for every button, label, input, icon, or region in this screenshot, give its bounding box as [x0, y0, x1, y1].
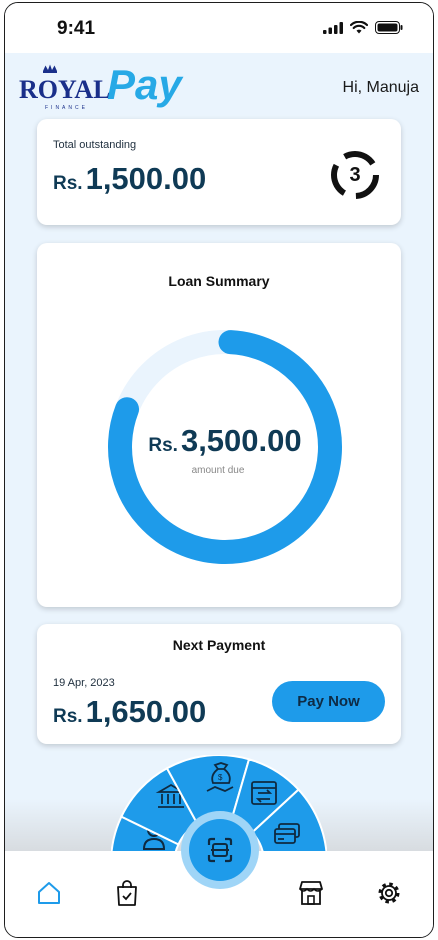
outstanding-label: Total outstanding — [53, 139, 137, 151]
battery-icon — [375, 21, 403, 34]
svg-text:ROYAL: ROYAL — [19, 75, 111, 104]
status-icons — [323, 21, 403, 34]
pay-now-button[interactable]: Pay Now — [272, 681, 385, 722]
scan-button-ring — [181, 811, 259, 889]
wifi-icon — [350, 21, 368, 34]
next-payment-amount-row: Rs. 1,650.00 — [53, 694, 206, 730]
user-greeting: Hi, Manuja — [342, 79, 419, 96]
app-header: ROYAL FINANCE Pay Hi, Manuja — [5, 53, 433, 119]
loan-summary-card: Loan Summary Rs. 3,500.00 amount due — [37, 243, 401, 607]
next-payment-currency: Rs. — [53, 706, 83, 727]
loan-count-value: 3 — [349, 164, 361, 186]
scan-button[interactable] — [189, 819, 251, 881]
nav-store[interactable] — [291, 873, 331, 913]
shopping-bag-icon — [117, 880, 137, 906]
outstanding-amount-row: Rs. 1,500.00 — [53, 161, 206, 197]
home-icon — [38, 882, 60, 904]
status-bar: 9:41 — [5, 3, 433, 53]
loan-due-caption: amount due — [191, 465, 245, 476]
loan-due-currency: Rs. — [148, 435, 178, 456]
svg-text:$: $ — [218, 773, 223, 782]
loan-count-badge[interactable]: 3 — [329, 149, 381, 201]
nav-settings[interactable] — [369, 873, 409, 913]
nav-home[interactable] — [29, 873, 69, 913]
phone-screen: 9:41 ROYAL FINANCE Pay Hi, Manuja Total … — [4, 2, 434, 938]
loan-due-amount: 3,500.00 — [180, 423, 302, 458]
svg-text:Pay: Pay — [107, 61, 184, 108]
royalpay-logo: ROYAL FINANCE Pay — [19, 61, 184, 111]
next-payment-card: Next Payment 19 Apr, 2023 Rs. 1,650.00 P… — [37, 624, 401, 744]
outstanding-amount: 1,500.00 — [85, 161, 207, 196]
next-payment-amount: 1,650.00 — [85, 694, 207, 729]
signal-icon — [323, 21, 343, 34]
status-time: 9:41 — [57, 18, 96, 39]
loan-due-amount-row: Rs. 3,500.00 — [37, 423, 413, 459]
settings-icon — [378, 882, 400, 904]
scan-icon — [207, 837, 233, 863]
store-icon — [299, 881, 323, 905]
nav-orders[interactable] — [107, 873, 147, 913]
next-payment-date: 19 Apr, 2023 — [53, 677, 115, 689]
svg-text:FINANCE: FINANCE — [45, 105, 88, 111]
next-payment-title: Next Payment — [172, 637, 266, 653]
outstanding-card[interactable]: Total outstanding Rs. 1,500.00 3 — [37, 119, 401, 225]
outstanding-currency: Rs. — [53, 173, 83, 194]
